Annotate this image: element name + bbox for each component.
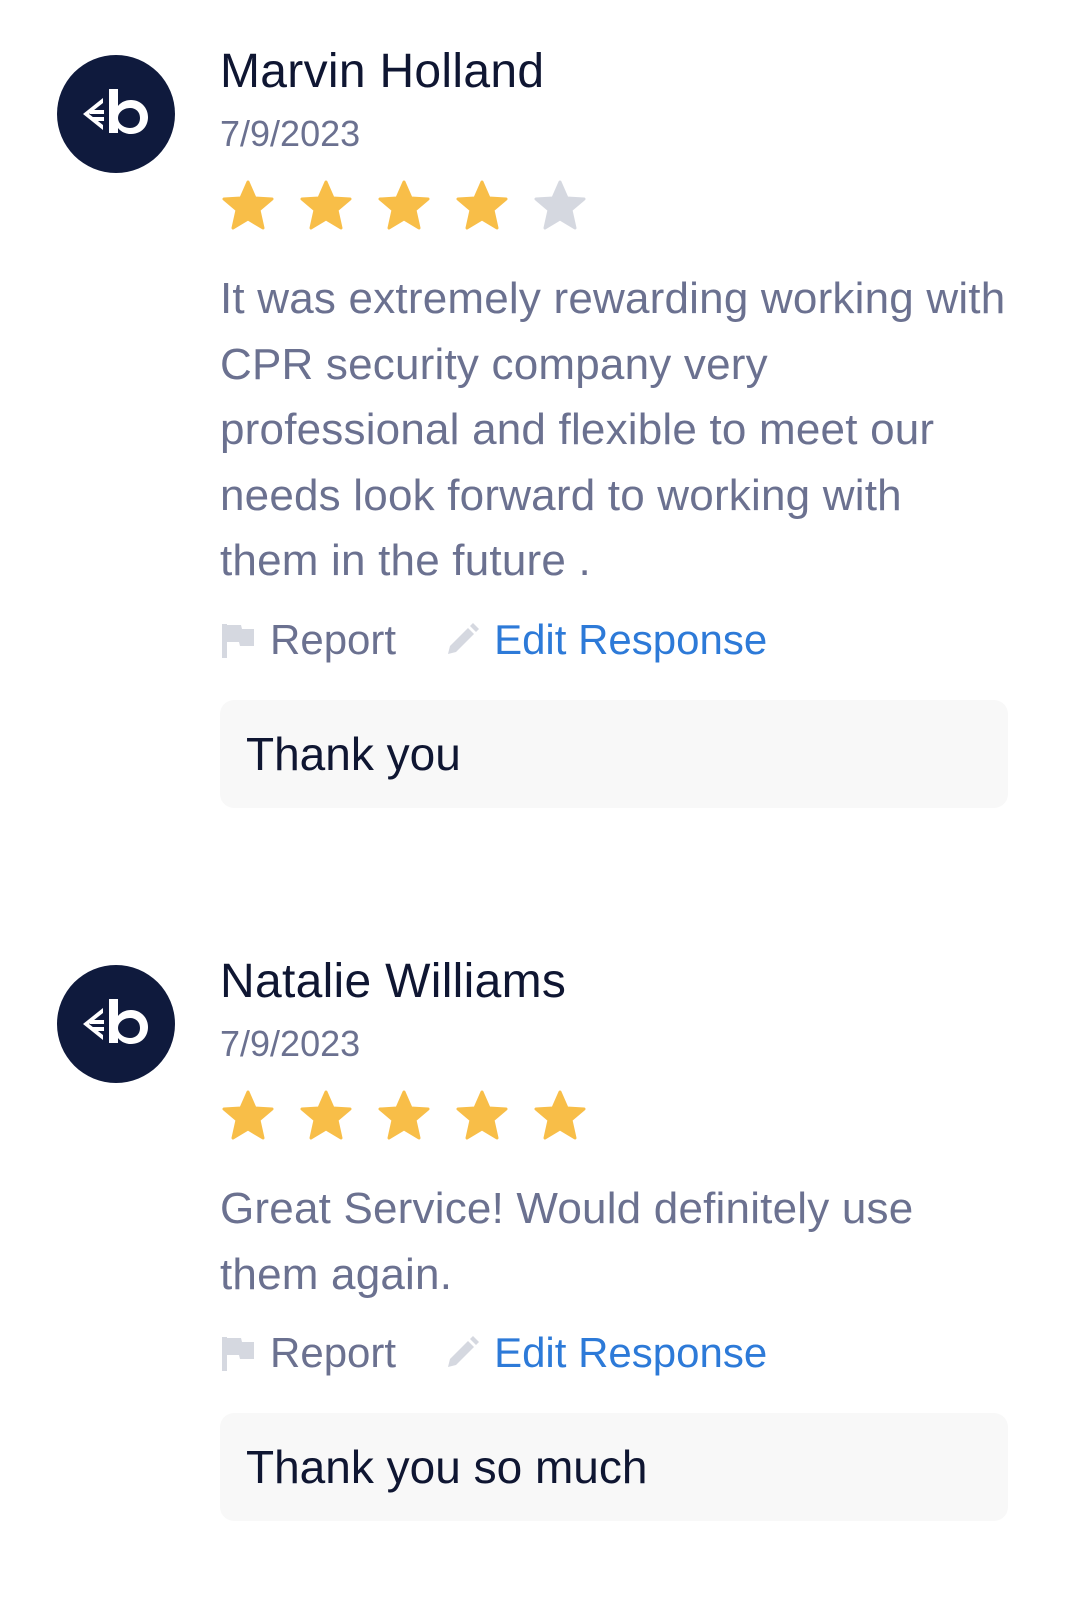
edit-response-label: Edit Response — [494, 1329, 768, 1376]
star-filled-icon — [378, 180, 430, 230]
business-logo-icon — [83, 89, 148, 134]
reviewer-avatar — [57, 55, 175, 173]
owner-response: Thank you — [220, 699, 1008, 808]
flag-icon — [222, 623, 254, 658]
pencil-icon — [448, 1336, 480, 1367]
star-filled-icon — [456, 180, 508, 230]
pencil-icon — [448, 622, 480, 654]
review-actions: Report Edit Response — [220, 1325, 1010, 1381]
edit-response-button[interactable]: Edit Response — [444, 1329, 767, 1377]
report-label: Report — [270, 1329, 397, 1376]
report-label: Report — [270, 615, 397, 663]
review-text: Great Service! Would definitely use them… — [220, 1184, 914, 1299]
reviewer-avatar — [57, 965, 175, 1083]
review-date: 7/9/2023 — [220, 1023, 361, 1064]
flag-icon — [222, 1337, 254, 1371]
reviewer-name: Natalie Williams — [220, 955, 567, 1008]
review-text: It was extremely rewarding working with … — [220, 274, 1006, 585]
star-rating — [220, 1086, 1010, 1146]
edit-response-label: Edit Response — [494, 615, 768, 663]
owner-response: Thank you so much — [220, 1413, 1008, 1521]
star-filled-icon — [534, 1090, 586, 1140]
star-empty-icon — [534, 180, 586, 230]
reviewer-name: Marvin Holland — [220, 45, 545, 98]
star-filled-icon — [456, 1090, 508, 1140]
star-filled-icon — [222, 180, 274, 230]
star-filled-icon — [300, 1090, 352, 1140]
business-logo-icon — [83, 999, 148, 1044]
review-actions: Report Edit Response — [220, 612, 1010, 668]
star-filled-icon — [300, 180, 352, 230]
report-button[interactable]: Report — [220, 616, 396, 664]
edit-response-button[interactable]: Edit Response — [444, 616, 767, 664]
star-filled-icon — [378, 1090, 430, 1140]
star-rating — [220, 176, 1010, 236]
star-filled-icon — [222, 1090, 274, 1140]
review-date: 7/9/2023 — [220, 113, 361, 154]
report-button[interactable]: Report — [220, 1329, 396, 1377]
